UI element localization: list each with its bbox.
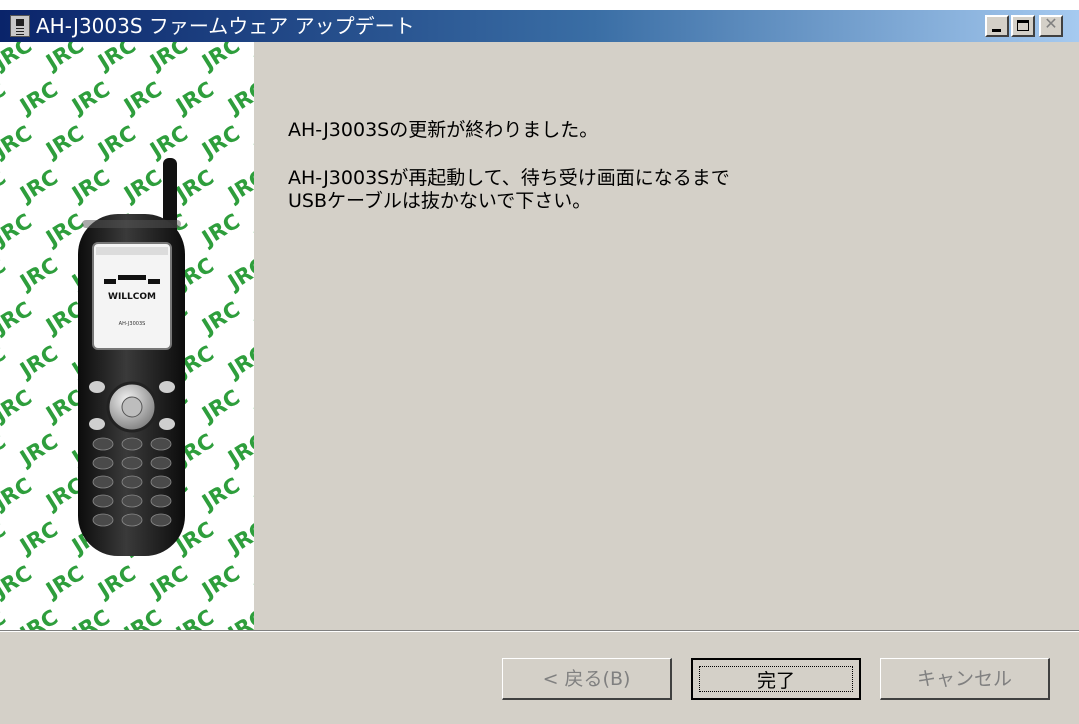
jrc-logo-tile: JRC: [144, 121, 192, 163]
restart-notice-line-1: AH-J3003Sが再起動して、待ち受け画面になるまで: [288, 167, 730, 189]
jrc-logo-tile: JRC: [0, 297, 36, 339]
jrc-logo-tile: JRC: [0, 253, 10, 295]
wizard-content: AH-J3003Sの更新が終わりました。 AH-J3003Sが再起動して、待ち受…: [254, 42, 1079, 630]
cancel-button-label: キャンセル: [916, 667, 1012, 690]
jrc-logo-tile: JRC: [0, 42, 36, 75]
jrc-logo-tile: JRC: [14, 429, 62, 471]
title-bar[interactable]: AH-J3003S ファームウェア アップデート ✕: [0, 10, 1079, 42]
phone-model-label: AH-J3003S: [119, 321, 146, 327]
jrc-logo-tile: JRC: [196, 385, 244, 427]
window-title: AH-J3003S ファームウェア アップデート: [36, 14, 415, 38]
finish-button-label: 完了: [756, 669, 795, 692]
jrc-logo-tile: JRC: [118, 165, 166, 207]
jrc-logo-tile: JRC: [196, 561, 244, 603]
jrc-logo-tile: JRC: [14, 605, 62, 630]
jrc-logo-tile: JRC: [40, 561, 88, 603]
finish-button[interactable]: 完了: [691, 658, 861, 700]
back-button[interactable]: < 戻る(B): [502, 658, 672, 700]
jrc-logo-tile: JRC: [196, 297, 244, 339]
jrc-logo-tile: JRC: [14, 165, 62, 207]
jrc-logo-tile: JRC: [66, 605, 114, 630]
update-complete-message: AH-J3003Sの更新が終わりました。: [288, 119, 599, 141]
jrc-logo-tile: JRC: [0, 341, 10, 383]
jrc-logo-tile: JRC: [222, 517, 254, 559]
jrc-logo-tile: JRC: [40, 121, 88, 163]
jrc-logo-tile: JRC: [0, 561, 36, 603]
jrc-logo-tile: JRC: [14, 77, 62, 119]
jrc-logo-tile: JRC: [170, 605, 218, 630]
maximize-button[interactable]: [1011, 15, 1035, 37]
jrc-logo-tile: JRC: [0, 209, 36, 251]
jrc-logo-tile: JRC: [170, 77, 218, 119]
jrc-logo-tile: JRC: [0, 429, 10, 471]
minimize-icon: [992, 29, 1001, 32]
jrc-logo-tile: JRC: [0, 121, 36, 163]
jrc-logo-tile: JRC: [222, 77, 254, 119]
jrc-logo-tile: JRC: [66, 77, 114, 119]
jrc-logo-tile: JRC: [0, 473, 36, 515]
button-area-divider: [0, 630, 1079, 632]
jrc-logo-tile: JRC: [92, 561, 140, 603]
jrc-logo-tile: JRC: [222, 429, 254, 471]
jrc-logo-tile: JRC: [40, 42, 88, 75]
jrc-logo-tile: JRC: [14, 253, 62, 295]
jrc-logo-tile: JRC: [0, 605, 10, 630]
back-button-label: < 戻る(B): [542, 667, 631, 690]
jrc-logo-tile: JRC: [170, 165, 218, 207]
jrc-logo-tile: JRC: [0, 385, 36, 427]
restart-notice-line-2: USBケーブルは抜かないで下さい。: [288, 190, 592, 212]
jrc-logo-tile: JRC: [118, 77, 166, 119]
jrc-logo-tile: JRC: [196, 473, 244, 515]
phone-app-icon: [10, 15, 30, 37]
jrc-logo-tile: JRC: [0, 517, 10, 559]
firmware-update-window: AH-J3003S ファームウェア アップデート ✕ JRC JRC JRC J…: [0, 10, 1079, 724]
jrc-logo-tile: JRC: [118, 605, 166, 630]
close-button[interactable]: ✕: [1039, 15, 1063, 37]
jrc-logo-tile: JRC: [196, 121, 244, 163]
jrc-logo-tile: JRC: [222, 341, 254, 383]
jrc-logo-tile: JRC: [196, 209, 244, 251]
jrc-logo-tile: JRC: [92, 121, 140, 163]
focus-rectangle: 完了: [699, 666, 853, 692]
jrc-logo-tile: JRC: [14, 341, 62, 383]
phone-brand-label: WILLCOM: [108, 292, 156, 302]
minimize-button[interactable]: [985, 15, 1009, 37]
wizard-side-image: JRC JRC JRC JRC JRC JRC JRC JRC JRC JRC JRC JRC JRC J…: [0, 42, 254, 630]
jrc-logo-tile: JRC: [222, 605, 254, 630]
jrc-logo-tile: JRC: [14, 517, 62, 559]
jrc-logo-tile: JRC: [144, 561, 192, 603]
jrc-logo-tile: JRC: [0, 77, 10, 119]
jrc-logo-tile: JRC: [66, 165, 114, 207]
jrc-logo-tile: JRC: [222, 253, 254, 295]
jrc-logo-tile: JRC: [0, 165, 10, 207]
phone-illustration: WILLCOM AH-J3003S: [78, 158, 185, 556]
close-icon: ✕: [1044, 14, 1058, 33]
cancel-button[interactable]: キャンセル: [880, 658, 1050, 700]
jrc-logo-tile: JRC: [92, 42, 140, 75]
jrc-logo-tile: JRC: [222, 165, 254, 207]
jrc-logo-tile: JRC: [196, 42, 244, 75]
maximize-icon: [1017, 20, 1029, 31]
jrc-logo-tile: JRC: [144, 42, 192, 75]
